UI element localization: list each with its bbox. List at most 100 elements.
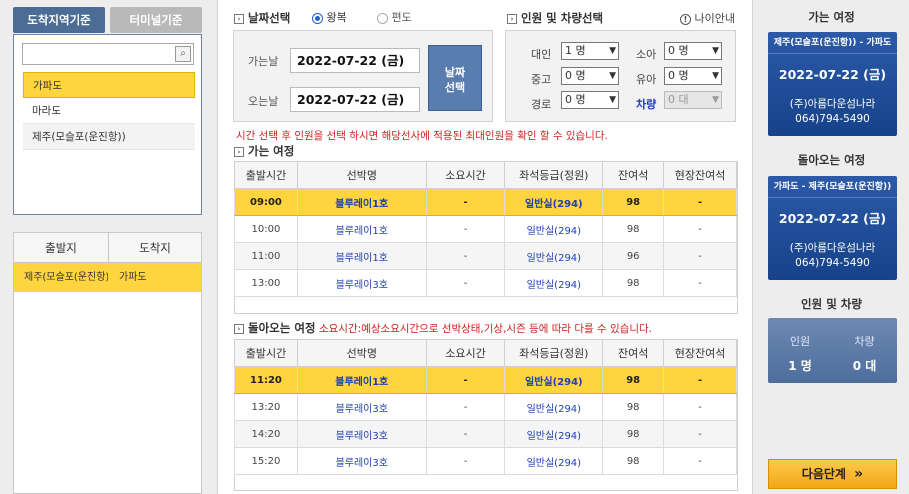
col-ship-name: 선박명 xyxy=(296,161,427,189)
remaining-seats: 98 xyxy=(602,393,665,421)
route-to: 가파도 xyxy=(119,272,147,283)
tab-terminal[interactable]: 터미널기준 xyxy=(110,7,202,33)
route-from: 제주(모슬포(운진항)) xyxy=(24,272,108,283)
col-onsite-remaining: 현장잔여석 xyxy=(663,161,737,189)
depart-date-field[interactable]: 2022-07-22 (금) xyxy=(290,48,420,73)
ship-name: 블루레이1호 xyxy=(296,188,427,216)
col-depart-time: 출발시간 xyxy=(234,161,298,189)
depart-time: 11:20 xyxy=(234,366,298,394)
next-step-button[interactable]: 다음단계 » xyxy=(768,459,897,489)
return-date: 2022-07-22 (금) xyxy=(778,211,887,226)
child-select[interactable]: 0 명 ▼ xyxy=(664,42,722,60)
col-duration: 소요시간 xyxy=(425,161,506,189)
seat-grade: 일반실(294) xyxy=(504,242,604,270)
col-seat-grade: 좌석등급(정원) xyxy=(504,339,604,367)
age-info-label: 나이안내 xyxy=(694,12,735,25)
remaining-seats: 98 xyxy=(602,269,665,297)
senior-label: 경로 xyxy=(531,98,552,111)
col-remaining: 잔여석 xyxy=(602,161,665,189)
arrow-icon: › xyxy=(234,146,244,157)
pax-section-title: › 인원 및 차량선택 xyxy=(507,10,603,26)
table-row[interactable]: 13:00 블루레이3호 - 일반실(294) 98 - xyxy=(234,269,737,297)
destination-item-marado[interactable]: 마라도 xyxy=(23,98,195,124)
route-list-box: 출발지 도착지 제주(모슬포(운진항)) 가파도 xyxy=(13,232,202,494)
double-chevron-right-icon: » xyxy=(854,466,864,482)
date-box: 가는날 2022-07-22 (금) 오는날 2022-07-22 (금) 날짜… xyxy=(233,30,493,122)
youth-select[interactable]: 0 명 ▼ xyxy=(561,67,619,85)
destination-item-gapado[interactable]: 가파도 xyxy=(23,72,195,98)
remaining-seats: 98 xyxy=(602,420,665,448)
ship-name: 블루레이1호 xyxy=(296,242,427,270)
ship-name: 블루레이1호 xyxy=(296,215,427,243)
remaining-seats: 98 xyxy=(602,366,665,394)
seat-grade: 일반실(294) xyxy=(504,393,604,421)
table-row[interactable]: 10:00 블루레이1호 - 일반실(294) 98 - xyxy=(234,215,737,243)
table-row[interactable]: 15:20 블루레이3호 - 일반실(294) 98 - xyxy=(234,447,737,475)
chevron-down-icon: ▼ xyxy=(712,46,719,56)
destination-list-box: ⌕ 가파도 마라도 제주(모슬포(운진항)) xyxy=(13,34,202,215)
onsite-remaining: - xyxy=(663,242,737,270)
ship-name: 블루레이3호 xyxy=(296,447,427,475)
adult-select[interactable]: 1 명 ▼ xyxy=(561,42,619,60)
senior-select[interactable]: 0 명 ▼ xyxy=(561,91,619,109)
remaining-seats: 98 xyxy=(602,188,665,216)
return-date-field[interactable]: 2022-07-22 (금) xyxy=(290,87,420,112)
duration: - xyxy=(425,269,506,297)
col-onsite-remaining: 현장잔여석 xyxy=(663,339,737,367)
depart-time: 09:00 xyxy=(234,188,298,216)
infant-select[interactable]: 0 명 ▼ xyxy=(664,67,722,85)
inbound-title: 돌아오는 여정 xyxy=(248,321,316,335)
seat-grade: 일반실(294) xyxy=(504,215,604,243)
radio-unselected-icon[interactable] xyxy=(377,12,388,24)
outbound-table: 출발시간 선박명 소요시간 좌석등급(정원) 잔여석 현장잔여석 09:00 블… xyxy=(234,161,737,297)
trip-type-round-label: 왕복 xyxy=(326,11,347,24)
chevron-down-icon: ▼ xyxy=(712,95,719,105)
onsite-remaining: - xyxy=(663,366,737,394)
duration: - xyxy=(425,366,506,394)
route-row[interactable]: 제주(모슬포(운진항)) 가파도 xyxy=(14,263,201,292)
radio-selected-icon[interactable] xyxy=(312,12,323,24)
return-operator: (주)아름다운섬나라 xyxy=(789,242,876,254)
onsite-remaining: - xyxy=(663,269,737,297)
onsite-remaining: - xyxy=(663,188,737,216)
table-row[interactable]: 14:20 블루레이3호 - 일반실(294) 98 - xyxy=(234,420,737,448)
depart-time: 13:20 xyxy=(234,393,298,421)
destination-item-jeju-moseulpo[interactable]: 제주(모슬포(운진항)) xyxy=(23,124,195,150)
tab-destination-area[interactable]: 도착지역기준 xyxy=(13,7,105,33)
ship-name: 블루레이3호 xyxy=(296,269,427,297)
chevron-down-icon: ▼ xyxy=(609,71,616,81)
arrow-icon: › xyxy=(234,13,244,24)
seat-grade: 일반실(294) xyxy=(504,366,604,394)
table-row[interactable]: 09:00 블루레이1호 - 일반실(294) 98 - xyxy=(234,188,737,216)
table-row[interactable]: 11:20 블루레이1호 - 일반실(294) 98 - xyxy=(234,366,737,394)
inbound-header-row: 출발시간 선박명 소요시간 좌석등급(정원) 잔여석 현장잔여석 xyxy=(234,339,737,367)
age-info-link[interactable]: ! 나이안내 xyxy=(680,10,735,26)
left-panel: 도착지역기준 터미널기준 ⌕ 가파도 마라도 제주(모슬포(운진항)) 출발지 … xyxy=(0,0,218,494)
arrow-icon: › xyxy=(234,323,244,334)
destination-search-input[interactable]: ⌕ xyxy=(22,43,194,65)
trip-type-oneway[interactable]: 편도 xyxy=(377,9,412,25)
table-row[interactable]: 13:20 블루레이3호 - 일반실(294) 98 - xyxy=(234,393,737,421)
depart-time: 10:00 xyxy=(234,215,298,243)
duration: - xyxy=(425,393,506,421)
pax-box: 대인 1 명 ▼ 소아 0 명 ▼ 중고 0 명 ▼ 유아 0 명 ▼ 경로 0 명 ▼ … xyxy=(505,30,736,122)
arrow-icon: › xyxy=(507,13,517,24)
return-summary-card: 가파도 - 제주(모슬포(운진항)) 2022-07-22 (금) (주)아름다… xyxy=(768,176,897,280)
table-row[interactable]: 11:00 블루레이1호 - 일반실(294) 96 - xyxy=(234,242,737,270)
duration: - xyxy=(425,447,506,475)
vehicle-label: 차량 xyxy=(636,98,657,111)
remaining-seats: 98 xyxy=(602,215,665,243)
seat-grade: 일반실(294) xyxy=(504,447,604,475)
vehicle-select[interactable]: 0 대 ▼ xyxy=(664,91,722,109)
next-step-label: 다음단계 xyxy=(801,467,846,481)
date-select-button[interactable]: 날짜 선택 xyxy=(428,45,482,111)
pax-summary-box: 인원 차량 1 명 0 대 xyxy=(768,318,897,383)
child-label: 소아 xyxy=(636,48,657,61)
outbound-title: › 가는 여정 xyxy=(234,143,294,159)
trip-type-round[interactable]: 왕복 xyxy=(312,9,347,25)
search-icon[interactable]: ⌕ xyxy=(175,46,191,62)
summary-pax-label: 인원 xyxy=(789,335,811,348)
pax-summary-title: 인원 및 차량 xyxy=(801,297,862,311)
adult-label: 대인 xyxy=(531,48,552,61)
info-icon: ! xyxy=(680,14,691,25)
